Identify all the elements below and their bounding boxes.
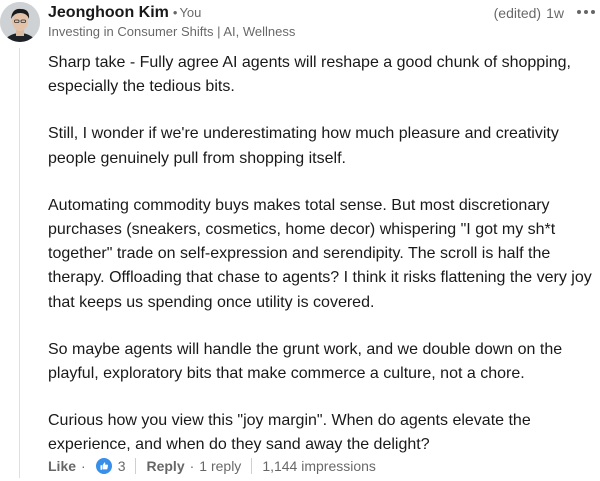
author-headline: Investing in Consumer Shifts | AI, Welln… — [48, 24, 296, 39]
author-relation: You — [179, 5, 202, 20]
action-divider — [135, 458, 137, 474]
author-name[interactable]: Jeonghoon Kim — [48, 4, 169, 21]
reply-count[interactable]: 1 reply — [199, 458, 241, 474]
reactions-summary[interactable]: 3 — [94, 457, 126, 475]
comment-paragraph: Still, I wonder if we're underestimating… — [48, 125, 559, 167]
ellipsis-icon — [577, 10, 595, 14]
action-divider — [251, 458, 253, 474]
comment-header: Jeonghoon Kim • You Investing in Consumer … — [48, 0, 600, 44]
author-line: Jeonghoon Kim • You — [48, 3, 201, 23]
bullet-separator: • — [172, 5, 178, 20]
thread-line — [19, 48, 20, 478]
edited-label: (edited) — [493, 5, 542, 21]
comment-paragraph: Automating commodity buys makes total se… — [48, 196, 592, 311]
comment-paragraph: So maybe agents will handle the grunt wo… — [48, 340, 563, 383]
dot-separator: · — [189, 458, 195, 474]
impressions-count[interactable]: 1,144 impressions — [262, 458, 376, 474]
comment: Jeonghoon Kim • You Investing in Consumer … — [0, 0, 600, 478]
reply-button[interactable]: Reply — [146, 458, 184, 474]
avatar[interactable] — [0, 2, 40, 42]
comment-paragraph: Sharp take - Fully agree AI agents will … — [48, 54, 571, 96]
dot-separator: · — [81, 458, 86, 474]
timestamp: 1w — [546, 5, 564, 21]
comment-paragraph: Curious how you view this "joy margin". … — [48, 412, 531, 454]
reaction-count: 3 — [117, 458, 126, 474]
comment-meta: (edited) 1w — [494, 4, 564, 22]
comment-body: Sharp take - Fully agree AI agents will … — [48, 51, 600, 481]
comment-actions: Like · 3 Reply · 1 reply 1,144 impressio… — [48, 456, 376, 476]
like-reaction-icon — [94, 457, 113, 475]
more-options-button[interactable] — [574, 0, 598, 24]
avatar-photo — [0, 2, 40, 42]
like-button[interactable]: Like — [48, 458, 76, 474]
